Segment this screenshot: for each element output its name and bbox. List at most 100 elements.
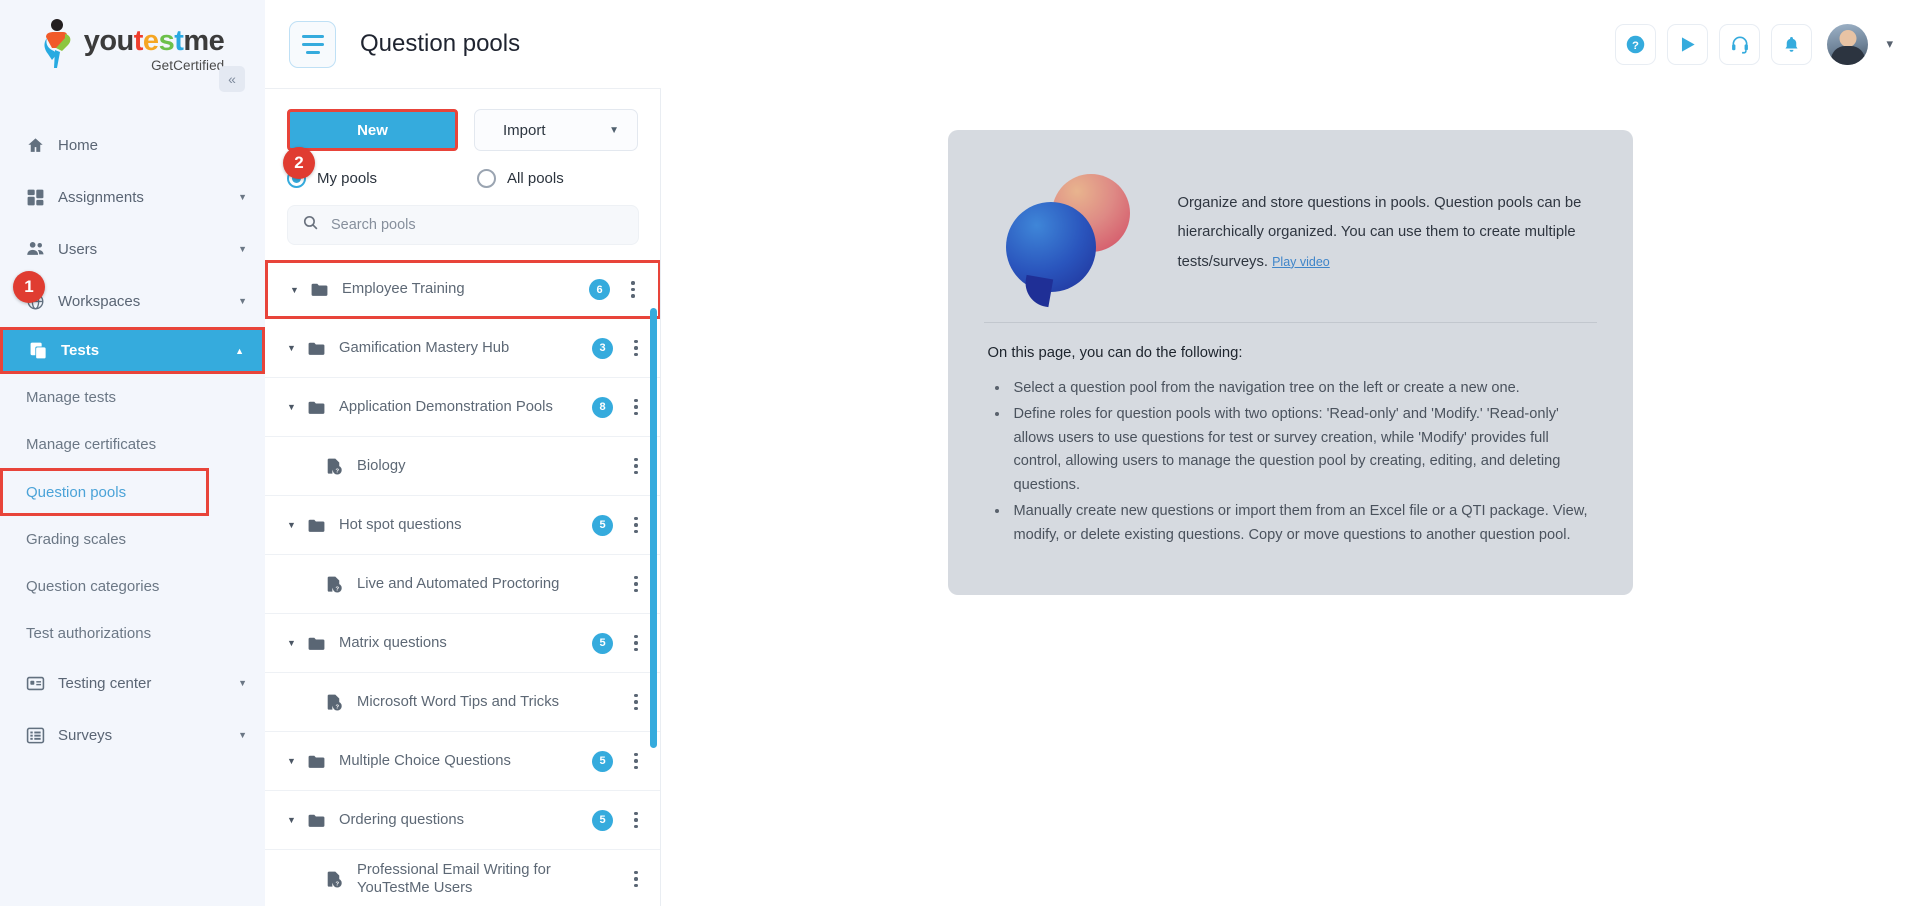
sidebar-item-question-categories[interactable]: Question categories bbox=[0, 563, 265, 610]
info-card-top: Organize and store questions in pools. Q… bbox=[984, 164, 1597, 310]
info-description: Organize and store questions in pools. Q… bbox=[1178, 189, 1597, 278]
list-item: Manually create new questions or import … bbox=[1010, 500, 1597, 548]
chevron-down-icon[interactable]: ▼ bbox=[287, 343, 307, 353]
help-icon[interactable]: ? bbox=[1615, 23, 1657, 65]
body-area: New Import ▼ My pools All pools Search p… bbox=[265, 88, 1919, 906]
svg-text:?: ? bbox=[335, 586, 339, 592]
list-item[interactable]: ▼ ? Biology bbox=[265, 437, 661, 496]
pool-scope-radios: My pools All pools bbox=[265, 151, 661, 188]
list-item[interactable]: ▼ Multiple Choice Questions 5 bbox=[265, 732, 661, 791]
chevron-down-icon[interactable]: ▼ bbox=[287, 756, 307, 766]
list-item[interactable]: ▼ Ordering questions 5 bbox=[265, 791, 661, 850]
sidebar-item-assignments[interactable]: Assignments ▼ bbox=[0, 171, 265, 223]
question-pool-icon: ? bbox=[325, 870, 353, 889]
list-item[interactable]: ▼ Employee Training 6 bbox=[265, 260, 661, 319]
more-options-icon[interactable] bbox=[627, 575, 645, 593]
folder-icon bbox=[307, 516, 335, 535]
list-item[interactable]: ▼ Hot spot questions 5 bbox=[265, 496, 661, 555]
more-options-icon[interactable] bbox=[627, 457, 645, 475]
main-area: Question pools ? ▾ New Import ▼ My pools… bbox=[265, 0, 1919, 906]
users-icon bbox=[26, 239, 52, 259]
list-item-label: Application Demonstration Pools bbox=[339, 398, 553, 415]
more-options-icon[interactable] bbox=[624, 281, 642, 298]
list-item-label: Employee Training bbox=[342, 281, 465, 298]
list-item[interactable]: ▼ Gamification Mastery Hub 3 bbox=[265, 319, 661, 378]
chevron-down-icon[interactable]: ▼ bbox=[287, 638, 307, 648]
list-item[interactable]: ▼ Matrix questions 5 bbox=[265, 614, 661, 673]
more-options-icon[interactable] bbox=[627, 516, 645, 534]
list-item[interactable]: ▼ ? Live and Automated Proctoring bbox=[265, 555, 661, 614]
folder-icon bbox=[307, 339, 335, 358]
question-pools-panel: New Import ▼ My pools All pools Search p… bbox=[265, 88, 661, 906]
question-count-badge: 5 bbox=[592, 632, 613, 654]
list-item-label: Ordering questions bbox=[339, 811, 465, 828]
import-label: Import bbox=[503, 121, 546, 139]
more-options-icon[interactable] bbox=[627, 870, 645, 888]
more-options-icon[interactable] bbox=[627, 634, 645, 652]
list-item-label: Live and Automated Proctoring bbox=[357, 575, 560, 592]
radio-all-pools-label: All pools bbox=[507, 170, 564, 187]
divider bbox=[983, 322, 1597, 323]
more-options-icon[interactable] bbox=[627, 693, 645, 711]
sidebar-item-testing-center[interactable]: Testing center ▼ bbox=[0, 657, 265, 709]
sidebar-item-manage-certificates[interactable]: Manage certificates bbox=[0, 421, 265, 468]
more-options-icon[interactable] bbox=[627, 398, 645, 416]
sidebar-item-grading-scales[interactable]: Grading scales bbox=[0, 516, 265, 563]
search-input[interactable] bbox=[331, 217, 624, 233]
chevron-down-icon[interactable]: ▼ bbox=[287, 402, 307, 412]
more-options-icon[interactable] bbox=[627, 339, 645, 357]
brand-tagline: GetCertified bbox=[151, 58, 225, 73]
folder-icon bbox=[310, 280, 338, 299]
sidebar-item-test-authorizations[interactable]: Test authorizations bbox=[0, 610, 265, 657]
chevron-down-icon[interactable]: ▼ bbox=[287, 520, 307, 530]
folder-icon bbox=[307, 811, 335, 830]
sidebar-collapse-icon[interactable]: « bbox=[219, 66, 245, 92]
sidebar-item-home[interactable]: Home bbox=[0, 119, 265, 171]
new-button[interactable]: New bbox=[287, 109, 458, 151]
play-video-link[interactable]: Play video bbox=[1272, 255, 1330, 269]
avatar[interactable] bbox=[1827, 23, 1869, 65]
info-heading: On this page, you can do the following: bbox=[987, 345, 1243, 361]
radio-all-pools[interactable]: All pools bbox=[477, 169, 564, 188]
sidebar-subitem-label: Question pools bbox=[26, 483, 127, 501]
sidebar-item-label: Users bbox=[58, 240, 98, 258]
content-area: Organize and store questions in pools. Q… bbox=[661, 88, 1919, 906]
sidebar-item-label: Assignments bbox=[58, 188, 144, 206]
radio-dot-icon bbox=[477, 169, 497, 188]
more-options-icon[interactable] bbox=[627, 752, 645, 770]
chevron-down-icon: ▼ bbox=[238, 296, 247, 306]
list-icon bbox=[26, 726, 52, 745]
chevron-down-icon[interactable]: ▼ bbox=[290, 285, 310, 295]
chevron-down-icon[interactable]: ▼ bbox=[287, 815, 307, 825]
hamburger-icon[interactable] bbox=[289, 20, 336, 68]
list-item[interactable]: ▼ Application Demonstration Pools 8 bbox=[265, 378, 661, 437]
sidebar-subitem-label: Manage tests bbox=[26, 389, 117, 406]
list-item[interactable]: ▼ ? Professional Email Writing for YouTe… bbox=[265, 850, 661, 906]
headset-icon[interactable] bbox=[1719, 23, 1761, 65]
search-pools-box[interactable] bbox=[287, 205, 639, 245]
sidebar-subitem-label: Grading scales bbox=[26, 531, 127, 548]
bell-icon[interactable] bbox=[1771, 23, 1813, 65]
info-card: Organize and store questions in pools. Q… bbox=[947, 130, 1633, 595]
import-button[interactable]: Import ▼ bbox=[474, 109, 638, 151]
sidebar-item-surveys[interactable]: Surveys ▼ bbox=[0, 709, 265, 761]
chevron-down-icon: ▼ bbox=[238, 244, 247, 254]
sidebar-item-question-pools[interactable]: Question pools bbox=[0, 468, 209, 516]
chevron-down-icon[interactable]: ▾ bbox=[1886, 36, 1893, 52]
search-row bbox=[265, 188, 661, 245]
info-description-text: Organize and store questions in pools. Q… bbox=[1177, 194, 1582, 270]
pool-tree-scrollbar[interactable] bbox=[650, 308, 657, 748]
sidebar-item-label: Surveys bbox=[58, 726, 113, 744]
card-icon bbox=[26, 674, 52, 693]
sidebar-item-tests[interactable]: Tests ▲ bbox=[0, 327, 265, 374]
chevron-down-icon: ▼ bbox=[609, 124, 619, 136]
layers-icon bbox=[29, 341, 55, 360]
list-item[interactable]: ▼ ? Microsoft Word Tips and Tricks bbox=[265, 673, 661, 732]
question-count-badge: 5 bbox=[592, 514, 613, 536]
sidebar-item-label: Workspaces bbox=[58, 292, 141, 310]
more-options-icon[interactable] bbox=[627, 811, 645, 829]
sidebar-item-users[interactable]: Users ▼ bbox=[0, 223, 265, 275]
chevron-down-icon: ▼ bbox=[238, 678, 247, 688]
play-icon[interactable] bbox=[1667, 23, 1709, 65]
sidebar-item-manage-tests[interactable]: Manage tests bbox=[0, 374, 265, 421]
